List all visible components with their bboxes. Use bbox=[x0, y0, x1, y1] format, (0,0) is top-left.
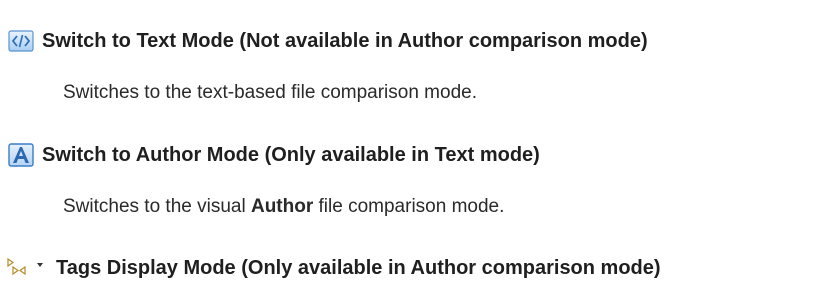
tags-display-mode-heading: Tags Display Mode (Only available in Aut… bbox=[6, 254, 839, 282]
author-keyword: Author bbox=[250, 196, 314, 217]
author-mode-heading: Switch to Author Mode (Only available in… bbox=[8, 141, 839, 169]
text-mode-description: Switches to the text-based file comparis… bbox=[63, 82, 477, 103]
tags-display-mode-title: Tags Display Mode (Only available in Aut… bbox=[56, 256, 661, 279]
text-mode-icon bbox=[8, 30, 34, 52]
author-mode-description-suffix: file comparison mode. bbox=[313, 196, 505, 217]
author-mode-icon bbox=[8, 143, 34, 167]
author-mode-description: Switches to the visual Author file compa… bbox=[63, 196, 504, 218]
text-mode-heading: Switch to Text Mode (Not available in Au… bbox=[8, 27, 839, 55]
text-mode-title: Switch to Text Mode (Not available in Au… bbox=[42, 29, 648, 52]
author-mode-description-prefix: Switches to the visual bbox=[63, 196, 251, 217]
author-mode-title: Switch to Author Mode (Only available in… bbox=[42, 143, 540, 166]
tags-display-mode-icon bbox=[6, 257, 48, 279]
